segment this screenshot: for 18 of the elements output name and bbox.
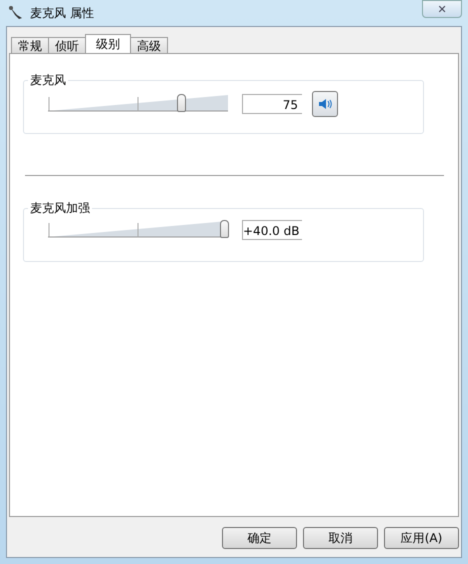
tab[interactable]: 高级	[130, 37, 168, 53]
dialog-button[interactable]: 取消	[303, 527, 378, 549]
value-field[interactable]: +40.0 dB	[242, 220, 302, 240]
value-field[interactable]: 75	[242, 94, 302, 114]
window-title: 麦克风 属性	[30, 4, 94, 22]
speaker-button[interactable]	[312, 91, 338, 117]
dialog-button[interactable]: 确定	[222, 527, 297, 549]
slider-thumb[interactable]	[220, 220, 229, 238]
tab[interactable]: 常规	[11, 37, 49, 53]
dialog-button[interactable]: 应用(A)	[384, 527, 459, 549]
slider-thumb[interactable]	[177, 94, 186, 112]
speaker-icon	[318, 98, 332, 110]
level-slider[interactable]	[48, 93, 228, 115]
tab[interactable]: 侦听	[48, 37, 86, 53]
tab[interactable]: 级别	[85, 34, 131, 53]
close-button[interactable]: ✕	[422, 0, 462, 18]
microphone-icon	[8, 5, 24, 21]
level-slider[interactable]	[48, 219, 228, 241]
